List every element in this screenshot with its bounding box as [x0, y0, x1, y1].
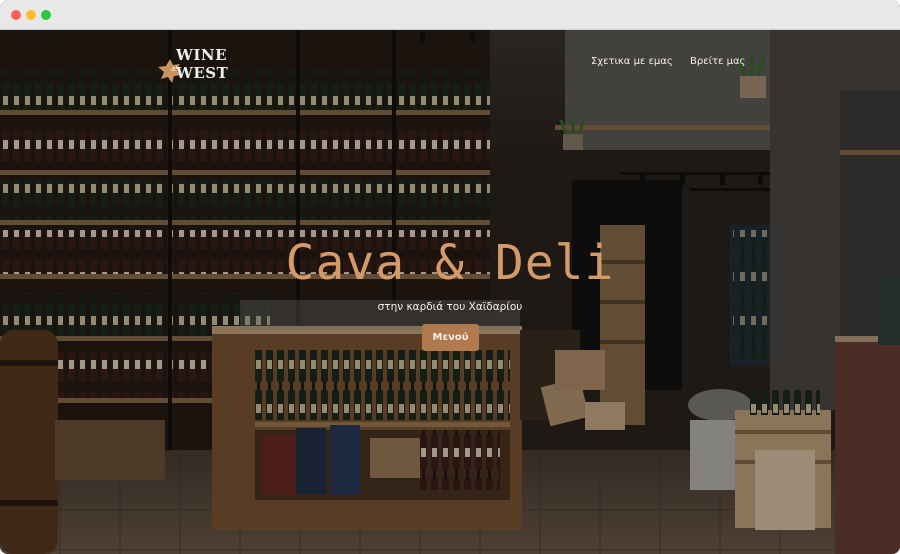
logo-text-wine: WINE — [176, 46, 228, 64]
hero-section: WINE at WEST Σχετικα με εμας Βρείτε μας … — [0, 30, 900, 554]
hero-subtitle: στην καρδιά του Χαϊδαρίου — [377, 301, 523, 313]
close-window-button[interactable] — [11, 10, 21, 20]
browser-window: WINE at WEST Σχετικα με εμας Βρείτε μας … — [0, 0, 900, 554]
nav-find-us-link[interactable]: Βρείτε μας — [690, 56, 745, 67]
minimize-window-button[interactable] — [26, 10, 36, 20]
wine-at-west-logo[interactable]: WINE at WEST — [158, 46, 228, 88]
zoom-window-button[interactable] — [41, 10, 51, 20]
logo-text-west: WEST — [176, 64, 229, 82]
menu-button[interactable]: Μενού — [422, 324, 479, 351]
hero-title: Cava & Deli — [285, 235, 615, 291]
nav-about-link[interactable]: Σχετικα με εμας — [591, 56, 673, 67]
title-bar — [0, 0, 900, 30]
